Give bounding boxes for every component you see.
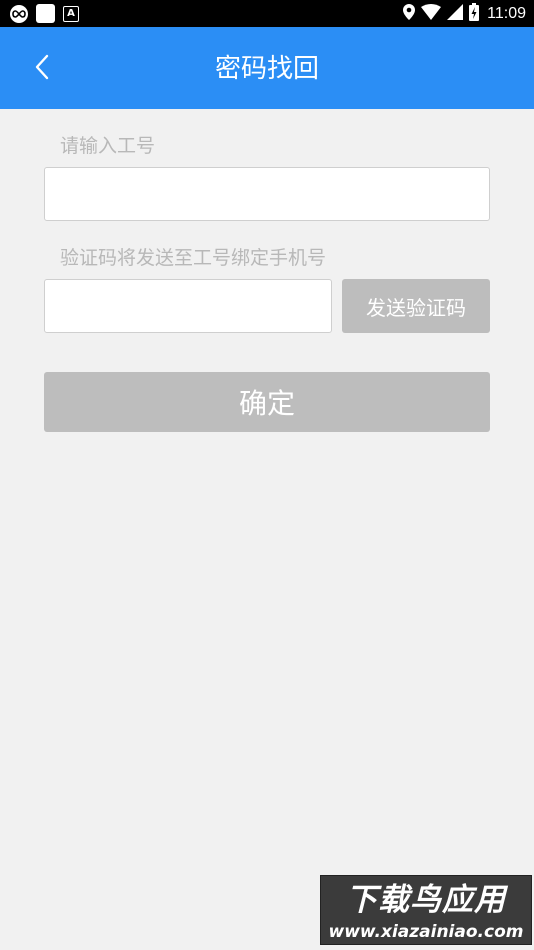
square-notification-icon: [36, 4, 55, 23]
status-bar-left: A: [10, 4, 79, 23]
status-bar-right: 11:09: [403, 2, 526, 25]
employee-id-input[interactable]: [44, 167, 490, 221]
employee-id-label: 请输入工号: [60, 135, 156, 157]
send-code-button[interactable]: 发送验证码: [342, 279, 490, 333]
app-header: 密码找回: [0, 27, 534, 109]
battery-icon: [469, 2, 480, 25]
verification-code-input[interactable]: [44, 279, 332, 333]
watermark-url: www.xiazainiao.com: [328, 922, 524, 942]
location-icon: [403, 3, 416, 24]
status-bar: A 11:09: [0, 0, 534, 27]
status-time: 11:09: [487, 4, 526, 22]
signal-icon: [447, 3, 464, 24]
confirm-button[interactable]: 确定: [44, 372, 490, 432]
verification-code-label: 验证码将发送至工号绑定手机号: [60, 247, 327, 269]
page-title: 密码找回: [214, 54, 319, 84]
a-notification-icon: A: [63, 5, 79, 22]
infinity-app-icon: [10, 4, 28, 23]
wifi-icon: [421, 3, 442, 24]
watermark-title: 下载鸟应用: [346, 882, 506, 918]
watermark-logo: 下载鸟应用 www.xiazainiao.com: [320, 875, 532, 945]
